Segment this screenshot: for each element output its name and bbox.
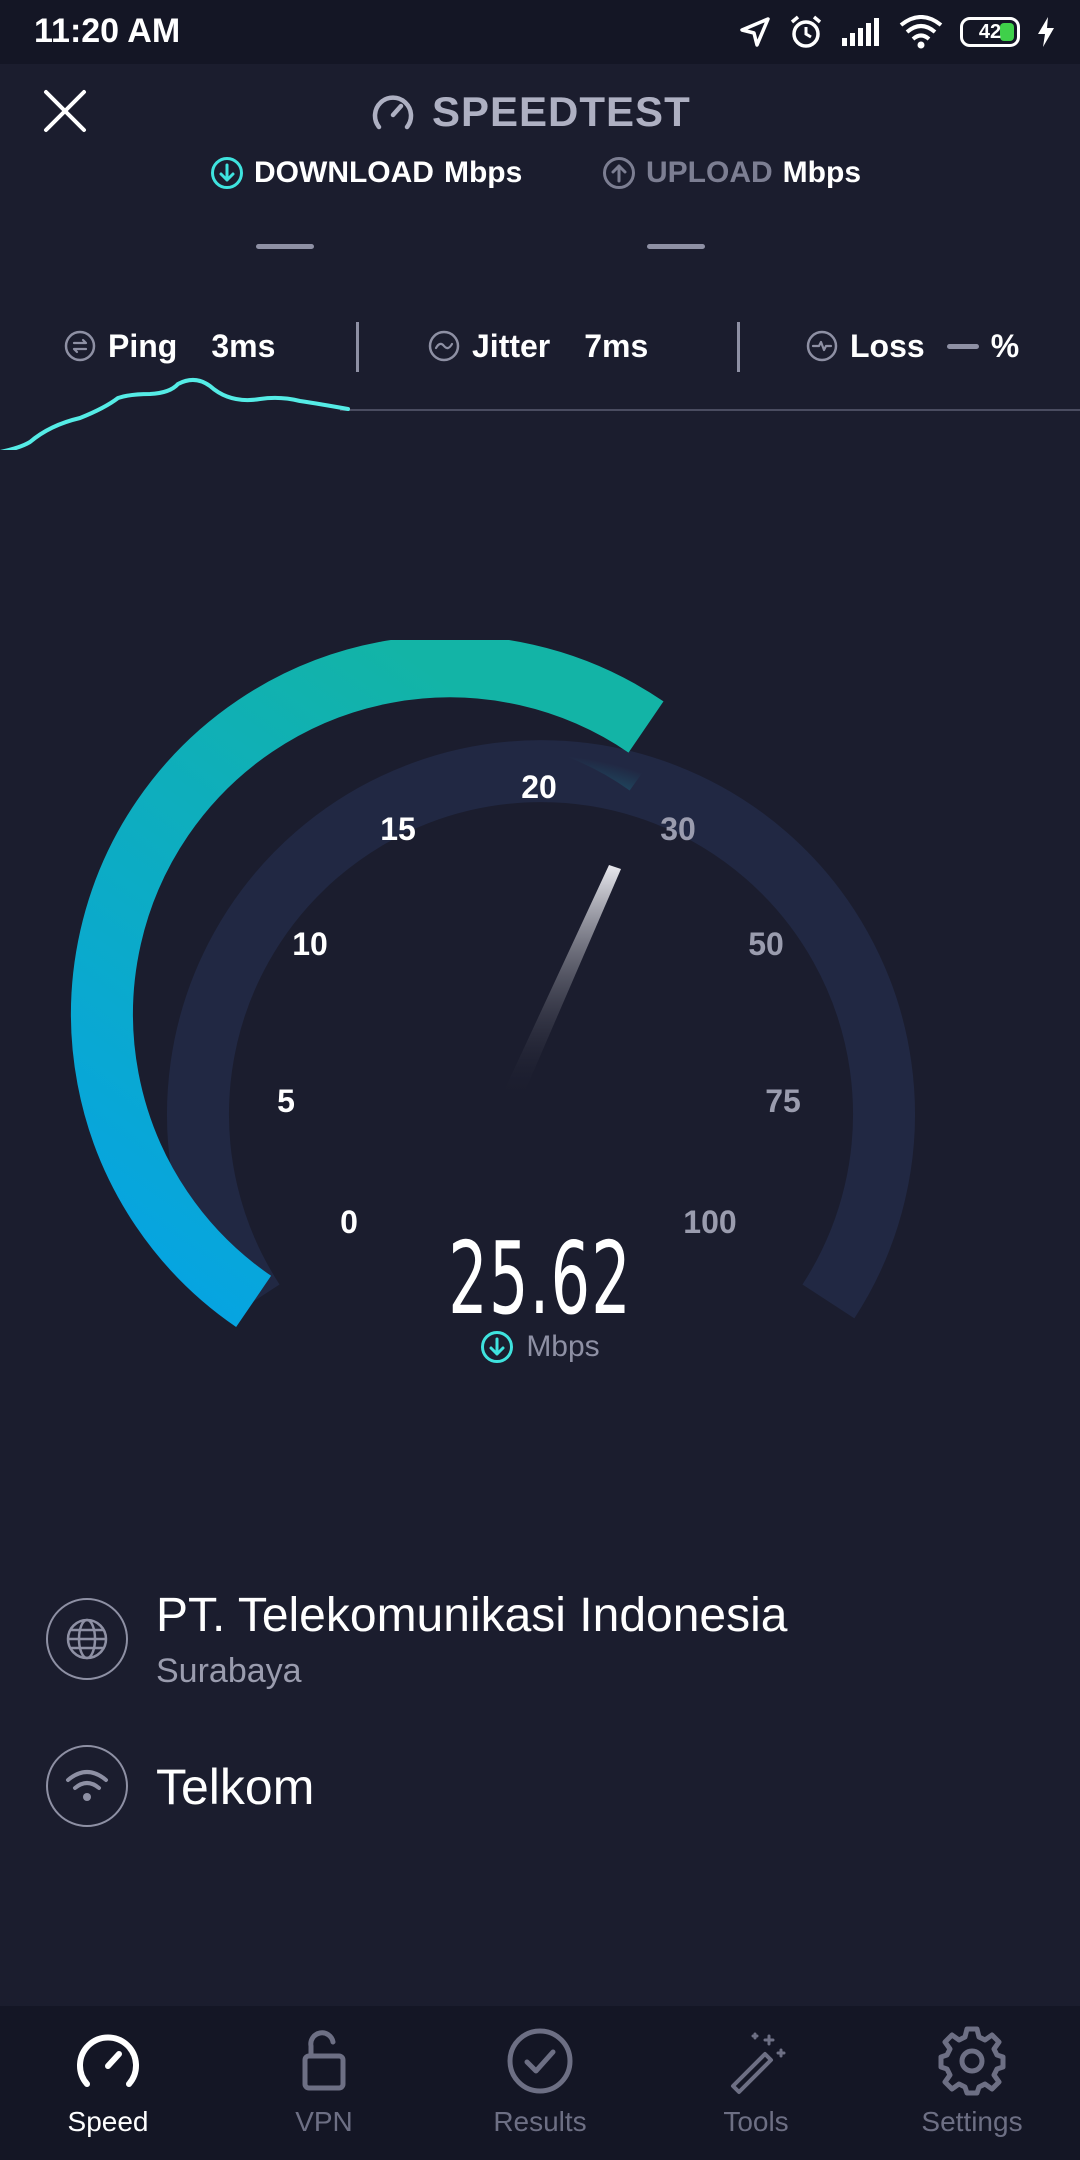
download-unit: Mbps (443, 156, 523, 189)
nav-label: Settings (921, 2106, 1023, 2137)
jitter-icon (428, 330, 460, 362)
speedometer-icon (372, 95, 414, 130)
status-icons: 42 (738, 10, 1056, 54)
download-result-placeholder (256, 244, 314, 249)
close-icon[interactable] (40, 86, 90, 136)
nav-label: VPN (295, 2106, 353, 2137)
app-title: SPEEDTEST (370, 84, 691, 140)
loss-label: Loss (850, 327, 925, 364)
speed-unit: Mbps (0, 1330, 1080, 1364)
status-time: 11:20 AM (34, 12, 181, 50)
nav-item-speed[interactable]: Speed (0, 2026, 216, 2150)
gear-icon (938, 2026, 1006, 2096)
gauge-tick-label: 30 (660, 811, 696, 847)
ping-label: Ping (108, 327, 178, 364)
network-name[interactable]: Telkom (156, 1758, 314, 1816)
isp-name[interactable]: PT. Telekomunikasi Indonesia (156, 1588, 787, 1643)
gauge-tick-label: 75 (765, 1083, 801, 1119)
app-title-text: SPEEDTEST (432, 88, 691, 135)
loss-value-placeholder (946, 343, 979, 349)
upload-unit: Mbps (782, 156, 861, 189)
ping-graph (0, 378, 1080, 450)
alarm-icon (790, 15, 822, 48)
download-arrow-icon (481, 1331, 514, 1363)
nav-item-vpn[interactable]: VPN (216, 2026, 432, 2150)
speedometer-icon (77, 2034, 139, 2087)
status-bar: 11:20 AM 42 (0, 0, 1080, 64)
network-icon-circle (46, 1745, 128, 1827)
bottom-navigation: Speed VPN Results Tools Settings (0, 2006, 1080, 2160)
nav-item-settings[interactable]: Settings (864, 2026, 1080, 2150)
gauge-tick-label: 15 (380, 811, 416, 847)
ping-line (0, 378, 350, 450)
nav-label: Tools (723, 2106, 789, 2137)
nav-label: Results (493, 2106, 587, 2137)
gauge-needle (504, 865, 621, 1098)
upload-label: UPLOAD (646, 156, 773, 189)
speed-value: 25.62 (448, 1220, 632, 1337)
battery-indicator: 42 (960, 17, 1020, 47)
gauge-tick-label: 5 (277, 1083, 295, 1119)
isp-location: Surabaya (156, 1652, 302, 1690)
wifi-icon (66, 1770, 108, 1801)
wifi-icon (899, 15, 943, 49)
download-arrow-icon (211, 157, 243, 189)
speed-unit-label: Mbps (526, 1330, 600, 1363)
jitter-label: Jitter (472, 327, 551, 364)
magic-wand-icon (731, 2032, 786, 2094)
location-icon (740, 17, 770, 47)
gauge-tick-label: 20 (521, 769, 557, 805)
ping-value: 3ms (211, 327, 276, 364)
download-label: DOWNLOAD (254, 156, 434, 189)
nav-item-results[interactable]: Results (432, 2026, 648, 2150)
speed-readout: 25.62 (0, 1220, 1080, 1337)
gauge-tick-label: 50 (748, 926, 784, 962)
jitter-value: 7ms (584, 327, 649, 364)
ping-icon (64, 330, 96, 362)
isp-icon-circle (46, 1598, 128, 1680)
upload-result-placeholder (647, 244, 705, 249)
check-circle-icon (507, 2028, 573, 2094)
tab-download[interactable]: DOWNLOAD Mbps (210, 150, 522, 196)
signal-icon (842, 18, 879, 46)
loss-unit: % (990, 327, 1020, 364)
upload-arrow-icon (603, 157, 635, 189)
globe-icon (66, 1618, 108, 1660)
lock-icon (302, 2030, 346, 2091)
tab-upload[interactable]: UPLOAD Mbps (602, 150, 861, 196)
loss-icon (806, 330, 838, 362)
nav-label: Speed (67, 2106, 149, 2137)
nav-item-tools[interactable]: Tools (648, 2026, 864, 2150)
gauge-tick-label: 10 (292, 926, 328, 962)
charging-icon (1038, 17, 1054, 47)
